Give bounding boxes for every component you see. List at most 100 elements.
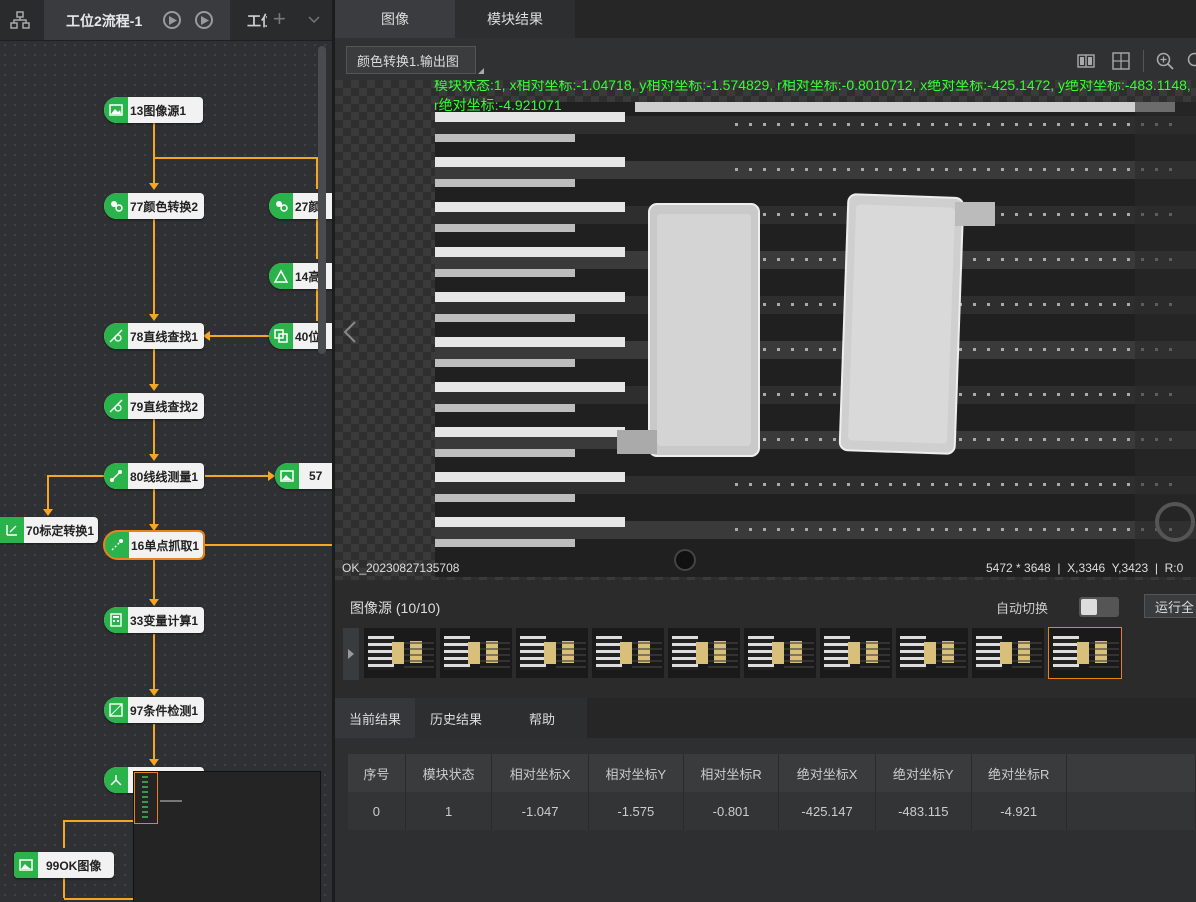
zoom-in-icon[interactable] (1156, 52, 1174, 70)
image-viewer[interactable]: 模块状态:1, x相对坐标:-1.04718, y相对坐标:-1.574829,… (335, 80, 1196, 580)
thumbnail[interactable] (668, 628, 740, 678)
column-header[interactable]: 模块状态 (405, 754, 493, 792)
plus-icon[interactable]: + (273, 6, 286, 32)
connector (205, 475, 269, 477)
dropdown-corner-icon (478, 68, 484, 74)
column-header[interactable]: 绝对坐标X (778, 754, 876, 792)
flowchart-icon[interactable] (10, 11, 30, 34)
connector-arrow (149, 689, 159, 696)
connector (63, 878, 65, 898)
connector (153, 219, 155, 319)
table-cell: -1.575 (588, 792, 684, 830)
play-icon[interactable] (163, 11, 181, 29)
column-header[interactable]: 相对坐标R (683, 754, 780, 792)
node-calibration[interactable]: 70标定转换1 (0, 517, 98, 543)
split-view-icon[interactable] (1077, 54, 1095, 68)
table-cell: 1 (405, 792, 493, 830)
chevron-down-icon[interactable] (308, 16, 320, 24)
node-single-point-grab[interactable]: 16单点抓取1 (103, 530, 205, 560)
measure-icon (104, 463, 128, 489)
node-variable-calc[interactable]: 33变量计算1 (104, 607, 204, 633)
column-header[interactable]: 相对坐标Y (588, 754, 684, 792)
table-cell: -425.147 (778, 792, 876, 830)
minimap-nodes (142, 776, 148, 820)
color-convert-icon (104, 193, 128, 219)
thumbnail[interactable] (592, 628, 664, 678)
node-output-image[interactable]: 57 (275, 463, 332, 489)
connector-arrow (43, 509, 53, 516)
node-ok-image[interactable]: 99OK图像 (14, 852, 114, 878)
tab-current-result[interactable]: 当前结果 (335, 698, 415, 738)
flow-canvas[interactable]: 13图像源1 77颜色转换2 27颜 14高 78直线查找1 40位 79直线查… (0, 0, 332, 902)
column-header[interactable]: 绝对坐标Y (875, 754, 972, 792)
connector (153, 724, 155, 764)
connector (153, 157, 323, 159)
line-find-icon (104, 393, 128, 419)
column-header-filler (1066, 754, 1196, 792)
calculator-icon (104, 607, 128, 633)
run-all-button[interactable]: 运行全 (1144, 594, 1196, 618)
line-find-icon (104, 323, 128, 349)
node-line-find-2[interactable]: 79直线查找2 (104, 393, 204, 419)
connector (153, 122, 155, 188)
table-cell-filler (1066, 792, 1196, 830)
connector (63, 820, 65, 848)
table-cell: -1.047 (491, 792, 589, 830)
prev-arrow-icon[interactable] (343, 320, 357, 344)
flow-tab-bar: 工位2流程-1 工位 + (0, 0, 332, 41)
result-panel: 图像 模块结果 颜色转换1.输出图 模块状态:1, x相对坐标:-1.04718… (335, 0, 1196, 902)
thumbnail[interactable] (972, 628, 1044, 678)
tab-help[interactable]: 帮助 (497, 698, 587, 738)
result-table: 序号 模块状态 相对坐标X 相对坐标Y 相对坐标R 绝对坐标X 绝对坐标Y 绝对… (348, 754, 1196, 830)
connector-arrow (149, 454, 159, 461)
node-line-find-1[interactable]: 78直线查找1 (104, 323, 204, 349)
connector-arrow (149, 524, 159, 531)
image-source-select[interactable]: 颜色转换1.输出图 (346, 46, 476, 74)
loop-run-icon[interactable] (195, 11, 213, 29)
connector (64, 898, 134, 900)
thumbnail[interactable] (516, 628, 588, 678)
auto-switch-label: 自动切换 (996, 601, 1049, 616)
auto-switch-toggle[interactable] (1079, 597, 1119, 617)
camera-image (435, 102, 1196, 577)
node-image-source[interactable]: 13图像源1 (104, 97, 203, 123)
filmstrip-title: 图像源 (10/10) (350, 600, 441, 616)
tab-flow-1[interactable]: 工位2流程-1 (44, 0, 230, 40)
table-cell: -4.921 (971, 792, 1067, 830)
connector-arrow (149, 599, 159, 606)
color-convert-icon (269, 193, 293, 219)
node-line-measure[interactable]: 80线线测量1 (104, 463, 204, 489)
table-row[interactable]: 0 1 -1.047 -1.575 -0.801 -425.147 -483.1… (348, 792, 1196, 830)
thumbnail[interactable] (744, 628, 816, 678)
expand-right-icon (348, 649, 354, 659)
connector-arrow (149, 384, 159, 391)
vertical-scrollbar[interactable] (318, 46, 326, 354)
table-cell: -483.115 (875, 792, 972, 830)
thumbnail[interactable] (1048, 627, 1122, 679)
node-condition-check[interactable]: 97条件检测1 (104, 697, 204, 723)
table-cell: 0 (348, 792, 406, 830)
thumbnail[interactable] (820, 628, 892, 678)
connector (153, 634, 155, 694)
node-color-convert[interactable]: 77颜色转换2 (104, 193, 204, 219)
tab-history-result[interactable]: 历史结果 (415, 698, 497, 738)
tab-flow-2[interactable]: 工位 (247, 11, 267, 31)
image-icon (104, 97, 128, 123)
connector-arrow (203, 331, 210, 341)
zoom-out-icon[interactable] (1187, 52, 1196, 70)
filmstrip-expand[interactable] (343, 628, 359, 680)
column-header[interactable]: 序号 (348, 754, 406, 792)
image-output-icon (14, 852, 38, 878)
image-info: 5472 * 3648 | X,3346 Y,3423 | R:0 (986, 561, 1184, 575)
toolbar-divider (1143, 50, 1144, 72)
tab-module-result[interactable]: 模块结果 (455, 0, 575, 38)
column-header[interactable]: 相对坐标X (491, 754, 589, 792)
ok-ng-branch-icon (104, 767, 128, 793)
thumbnail[interactable] (896, 628, 968, 678)
minimap[interactable] (133, 771, 321, 902)
column-header[interactable]: 绝对坐标R (971, 754, 1067, 792)
thumbnail[interactable] (364, 628, 436, 678)
thumbnail[interactable] (440, 628, 512, 678)
grid-view-icon[interactable] (1112, 52, 1130, 70)
tab-image[interactable]: 图像 (335, 0, 455, 38)
